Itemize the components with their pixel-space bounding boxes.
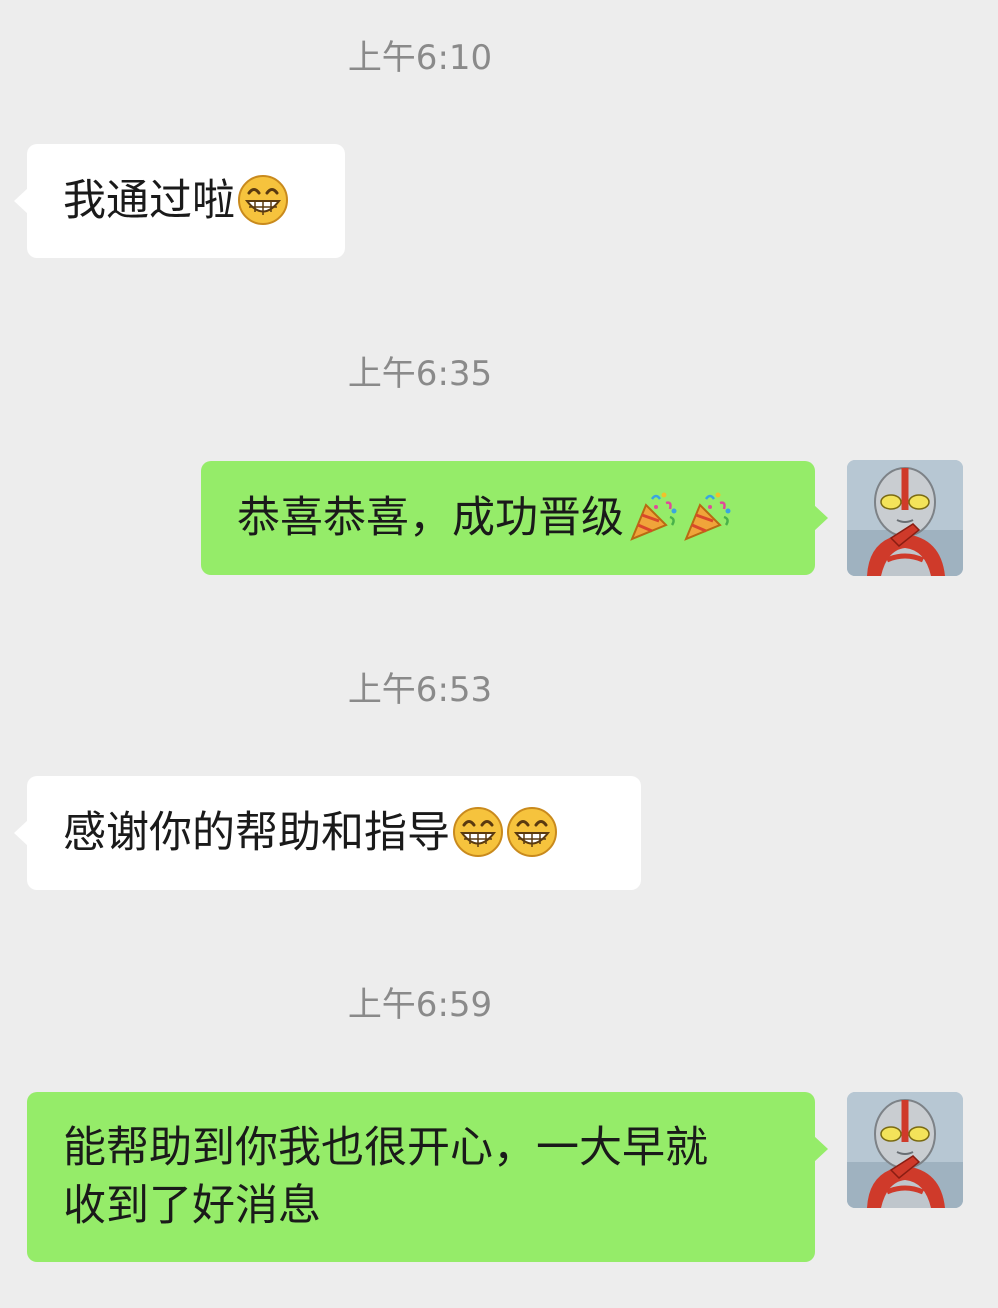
message-text: 恭喜恭喜，成功晋级	[237, 493, 624, 543]
timestamp: 上午6:53	[347, 670, 493, 710]
message-text: 我通过啦	[63, 176, 235, 226]
message-text-line: 能帮助到你我也很开心，一大早就	[63, 1123, 708, 1173]
avatar[interactable]	[847, 460, 963, 576]
message-bubble-received[interactable]: 感谢你的帮助和指导	[14, 776, 641, 890]
timestamp: 上午6:35	[347, 354, 493, 394]
ultraman-avatar-icon	[847, 1092, 963, 1208]
message-text-line: 收到了好消息	[63, 1181, 321, 1231]
message-bubble-received[interactable]: 我通过啦	[14, 144, 345, 258]
grin-icon	[237, 174, 289, 225]
timestamp: 上午6:10	[347, 38, 493, 78]
party-popper-icon	[684, 490, 732, 540]
message-bubble-sent[interactable]: 恭喜恭喜，成功晋级	[201, 461, 828, 575]
party-popper-icon	[630, 490, 678, 540]
ultraman-avatar-icon	[847, 460, 963, 576]
message-text: 感谢你的帮助和指导	[63, 808, 450, 858]
message-bubble-sent[interactable]: 能帮助到你我也很开心，一大早就 收到了好消息	[27, 1092, 828, 1262]
grin-icon	[452, 806, 504, 857]
timestamp: 上午6:59	[347, 985, 493, 1025]
grin-icon	[506, 806, 558, 857]
avatar[interactable]	[847, 1092, 963, 1208]
